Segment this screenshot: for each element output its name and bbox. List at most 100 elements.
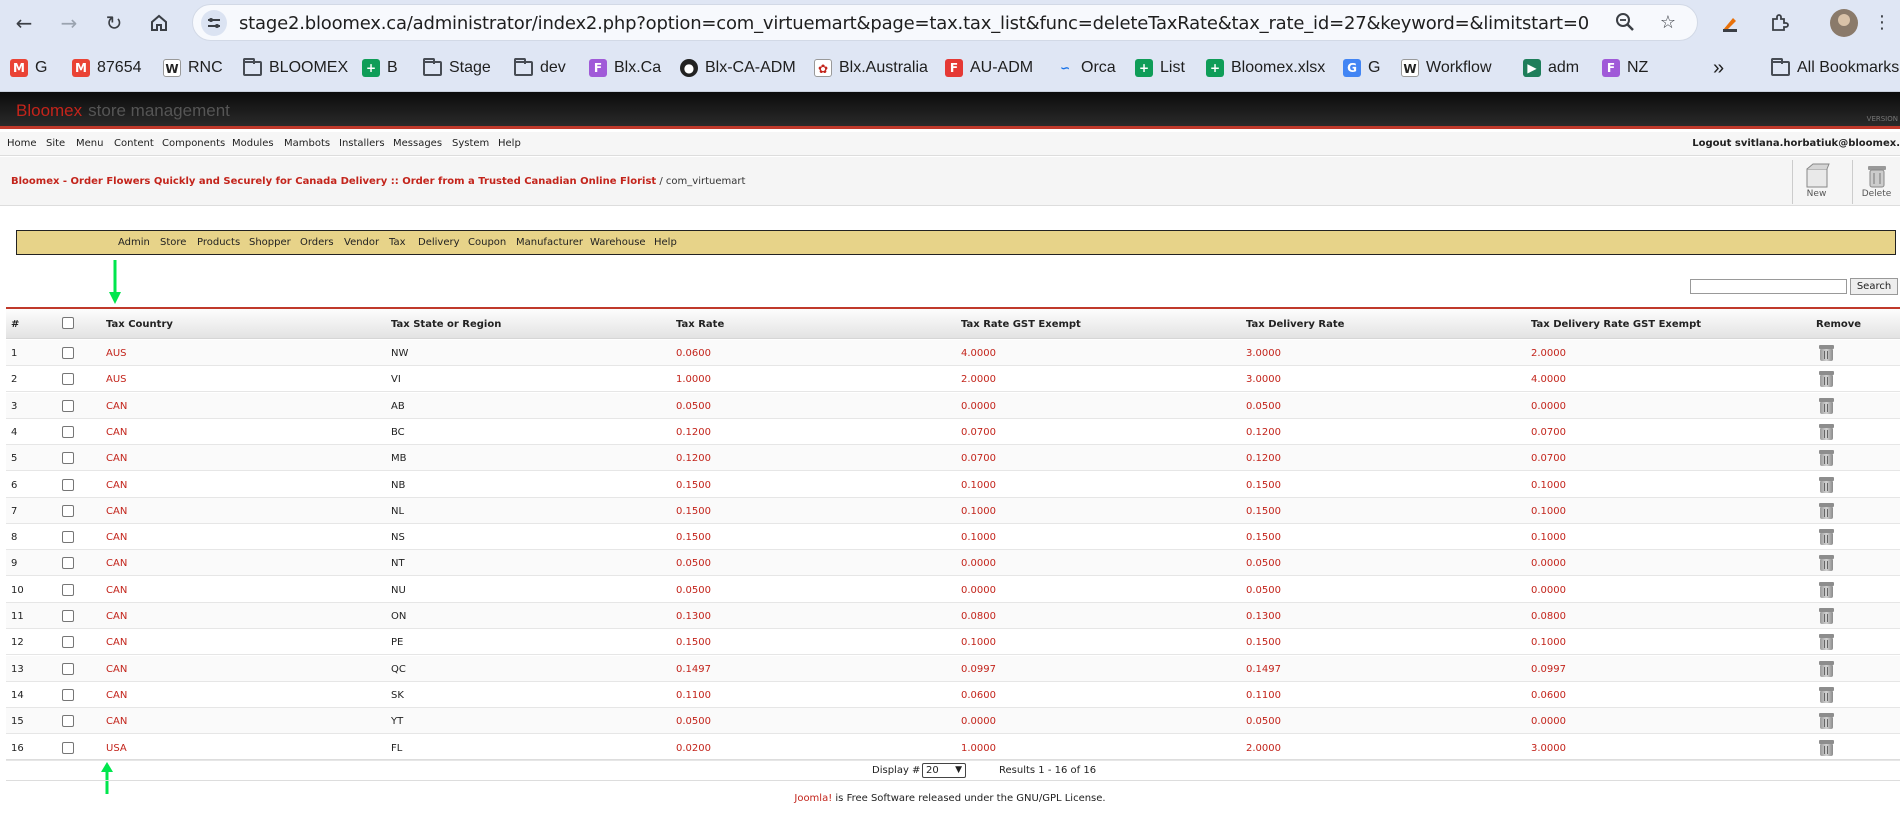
extensions-icon[interactable] <box>1765 9 1793 37</box>
row-checkbox[interactable] <box>62 715 74 728</box>
breadcrumb-site-link[interactable]: Bloomex - Order Flowers Quickly and Secu… <box>11 176 656 187</box>
tax-country-link[interactable]: CAN <box>106 716 127 727</box>
vm-menu-warehouse[interactable]: Warehouse <box>590 237 646 248</box>
search-button[interactable]: Search <box>1850 278 1898 295</box>
menu-content[interactable]: Content <box>114 138 154 149</box>
select-all-checkbox[interactable] <box>62 317 74 329</box>
tax-country-link[interactable]: CAN <box>106 480 127 491</box>
joomla-link[interactable]: Joomla! <box>794 793 832 804</box>
trash-icon[interactable] <box>1818 686 1835 703</box>
menu-installers[interactable]: Installers <box>339 138 385 149</box>
bookmark-item[interactable]: ● Blx-CA-ADM <box>680 57 796 79</box>
tax-country-link[interactable]: CAN <box>106 637 127 648</box>
bookmark-item[interactable]: BLOOMEX <box>243 57 348 79</box>
tax-country-link[interactable]: AUS <box>106 374 127 385</box>
tax-country-link[interactable]: CAN <box>106 453 127 464</box>
row-checkbox[interactable] <box>62 557 74 570</box>
home-icon[interactable] <box>145 9 173 37</box>
trash-icon[interactable] <box>1818 660 1835 677</box>
bookmark-item[interactable]: + List <box>1135 57 1185 79</box>
vm-menu-tax[interactable]: Tax <box>389 237 406 248</box>
row-checkbox[interactable] <box>62 452 74 465</box>
menu-messages[interactable]: Messages <box>393 138 442 149</box>
vm-menu-admin[interactable]: Admin <box>118 237 150 248</box>
zoom-icon[interactable] <box>1614 12 1636 34</box>
row-checkbox[interactable] <box>62 636 74 649</box>
trash-icon[interactable] <box>1818 345 1835 361</box>
display-limit-select[interactable]: 20 ▼ <box>922 763 966 778</box>
tax-country-link[interactable]: AUS <box>106 348 127 359</box>
row-checkbox[interactable] <box>62 347 74 359</box>
menu-help[interactable]: Help <box>498 138 521 149</box>
bookmark-item[interactable]: + B <box>362 57 398 79</box>
vm-menu-shopper[interactable]: Shopper <box>249 237 291 248</box>
vm-menu-orders[interactable]: Orders <box>300 237 334 248</box>
row-checkbox[interactable] <box>62 583 74 596</box>
bookmark-item[interactable]: F AU-ADM <box>945 57 1033 79</box>
tax-country-link[interactable]: CAN <box>106 401 127 412</box>
trash-icon[interactable] <box>1818 371 1835 388</box>
search-input[interactable] <box>1690 279 1847 294</box>
bookmark-item[interactable]: F Blx.Ca <box>589 57 661 79</box>
trash-icon[interactable] <box>1818 608 1835 624</box>
tax-country-link[interactable]: CAN <box>106 506 127 517</box>
row-checkbox[interactable] <box>62 373 74 386</box>
menu-modules[interactable]: Modules <box>232 138 274 149</box>
bookmark-item[interactable]: + Bloomex.xlsx <box>1206 57 1325 79</box>
new-button[interactable]: New <box>1792 160 1840 204</box>
bookmark-item[interactable]: MG <box>10 57 47 79</box>
menu-site[interactable]: Site <box>46 138 65 149</box>
bookmark-item[interactable]: W Workflow <box>1401 57 1492 79</box>
logout-link[interactable]: Logout svitlana.horbatiuk@bloomex. <box>1692 138 1900 149</box>
bookmark-star-icon[interactable]: ☆ <box>1657 12 1679 34</box>
trash-icon[interactable] <box>1818 529 1835 546</box>
trash-icon[interactable] <box>1818 634 1835 651</box>
browser-menu-icon[interactable]: ⋮ <box>1868 9 1896 37</box>
tax-country-link[interactable]: CAN <box>106 585 127 596</box>
vm-menu-vendor[interactable]: Vendor <box>344 237 379 248</box>
row-checkbox[interactable] <box>62 531 74 544</box>
profile-avatar[interactable] <box>1830 9 1858 37</box>
trash-icon[interactable] <box>1818 476 1835 493</box>
bookmark-item[interactable]: GG <box>1343 57 1380 79</box>
row-checkbox[interactable] <box>62 741 74 754</box>
trash-icon[interactable] <box>1818 739 1835 756</box>
bookmark-item[interactable]: dev <box>514 57 566 79</box>
bookmark-item[interactable]: W RNC <box>163 57 223 79</box>
back-icon[interactable]: ← <box>10 9 38 37</box>
trash-icon[interactable] <box>1818 555 1835 572</box>
bookmark-item[interactable]: ∽ Orca <box>1056 57 1116 79</box>
menu-home[interactable]: Home <box>7 138 37 149</box>
tax-country-link[interactable]: CAN <box>106 558 127 569</box>
bookmark-item[interactable]: ✿ Blx.Australia <box>814 57 928 79</box>
url-text[interactable]: stage2.bloomex.ca/administrator/index2.p… <box>239 13 1589 34</box>
row-checkbox[interactable] <box>62 610 74 622</box>
reload-icon[interactable]: ↻ <box>100 9 128 37</box>
delete-button[interactable]: Delete <box>1852 160 1900 204</box>
trash-icon[interactable] <box>1818 423 1835 440</box>
menu-mambots[interactable]: Mambots <box>284 138 330 149</box>
vm-menu-help[interactable]: Help <box>654 237 677 248</box>
tax-country-link[interactable]: CAN <box>106 427 127 438</box>
row-checkbox[interactable] <box>62 688 74 701</box>
trash-icon[interactable] <box>1818 502 1835 519</box>
bookmarks-overflow-button[interactable]: » <box>1713 57 1724 79</box>
trash-icon[interactable] <box>1818 397 1835 414</box>
bookmark-item[interactable]: ▶ adm <box>1523 57 1579 79</box>
trash-icon[interactable] <box>1818 581 1835 598</box>
tax-country-link[interactable]: CAN <box>106 611 127 622</box>
bookmark-item[interactable]: Stage <box>423 57 491 79</box>
vm-menu-products[interactable]: Products <box>197 237 240 248</box>
menu-components[interactable]: Components <box>162 138 225 149</box>
bookmark-item[interactable]: M 87654 <box>72 57 142 79</box>
trash-icon[interactable] <box>1818 450 1835 467</box>
vm-menu-store[interactable]: Store <box>160 237 186 248</box>
row-checkbox[interactable] <box>62 662 74 675</box>
forward-icon[interactable]: → <box>55 9 83 37</box>
vm-menu-coupon[interactable]: Coupon <box>468 237 506 248</box>
address-bar[interactable]: stage2.bloomex.ca/administrator/index2.p… <box>192 4 1698 41</box>
row-checkbox[interactable] <box>62 478 74 491</box>
tax-country-link[interactable]: CAN <box>106 664 127 675</box>
row-checkbox[interactable] <box>62 399 74 412</box>
all-bookmarks[interactable]: All Bookmarks <box>1771 57 1899 79</box>
